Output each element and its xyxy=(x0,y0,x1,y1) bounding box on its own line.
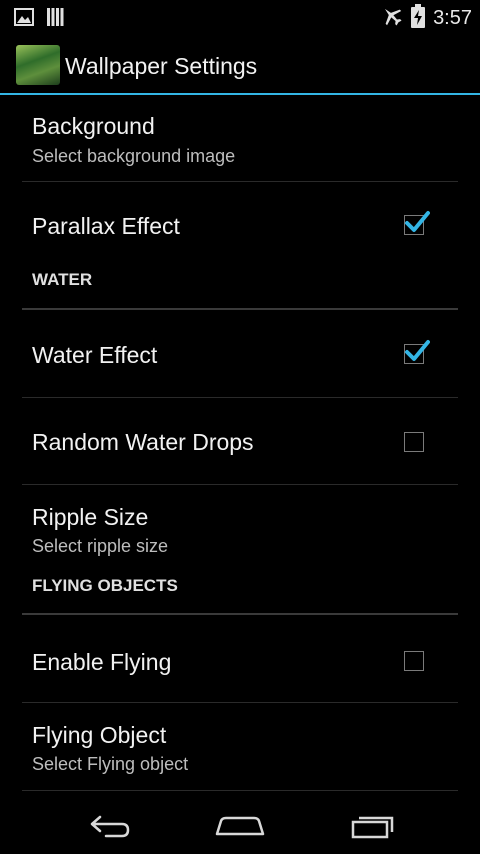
category-water: WATER xyxy=(0,268,480,310)
pref-title: Flying Object xyxy=(32,722,167,748)
preferences-list: Background Select background image Paral… xyxy=(0,95,480,791)
pref-summary: Select Flying object xyxy=(32,754,189,774)
random-drops-checkbox[interactable] xyxy=(404,432,424,452)
page-title: Wallpaper Settings xyxy=(65,53,258,79)
pref-parallax-effect[interactable]: Parallax Effect xyxy=(0,182,480,268)
pref-title: Ripple Size xyxy=(32,504,149,530)
recent-apps-button[interactable] xyxy=(344,806,404,846)
home-icon xyxy=(215,816,265,836)
pref-flying-object[interactable]: Flying Object Select Flying object xyxy=(0,703,480,791)
pref-random-water-drops[interactable]: Random Water Drops xyxy=(0,398,480,485)
action-bar: Wallpaper Settings xyxy=(0,33,480,95)
app-icon[interactable] xyxy=(16,45,60,85)
pref-water-effect[interactable]: Water Effect xyxy=(0,310,480,398)
back-icon xyxy=(90,815,130,838)
checkmark-icon xyxy=(405,211,430,232)
pref-title: Background xyxy=(32,113,155,139)
water-effect-checkbox[interactable] xyxy=(404,340,430,364)
recent-apps-icon xyxy=(351,816,394,839)
pref-title: Enable Flying xyxy=(32,649,172,675)
category-flying-objects: FLYING OBJECTS xyxy=(0,575,480,615)
pref-background[interactable]: Background Select background image xyxy=(0,95,480,182)
status-bar: 3:57 xyxy=(0,0,480,33)
airplane-mode-icon xyxy=(381,5,403,32)
pref-title: Random Water Drops xyxy=(32,429,254,455)
home-button[interactable] xyxy=(210,806,270,846)
parallax-checkbox[interactable] xyxy=(404,211,430,235)
pref-enable-flying[interactable]: Enable Flying xyxy=(0,615,480,703)
back-button[interactable] xyxy=(78,806,138,846)
image-notification-icon xyxy=(14,8,34,31)
enable-flying-checkbox[interactable] xyxy=(404,651,424,671)
category-label: FLYING OBJECTS xyxy=(32,576,178,595)
navigation-bar xyxy=(0,796,480,854)
pref-ripple-size[interactable]: Ripple Size Select ripple size xyxy=(0,485,480,575)
status-clock: 3:57 xyxy=(433,7,472,29)
category-label: WATER xyxy=(32,270,93,289)
signal-bars-icon xyxy=(46,8,64,31)
divider xyxy=(22,790,458,791)
pref-summary: Select ripple size xyxy=(32,536,169,556)
pref-summary: Select background image xyxy=(32,146,236,166)
battery-charging-icon xyxy=(411,4,426,33)
pref-title: Parallax Effect xyxy=(32,213,180,239)
checkmark-icon xyxy=(405,340,430,361)
pref-title: Water Effect xyxy=(32,342,158,368)
